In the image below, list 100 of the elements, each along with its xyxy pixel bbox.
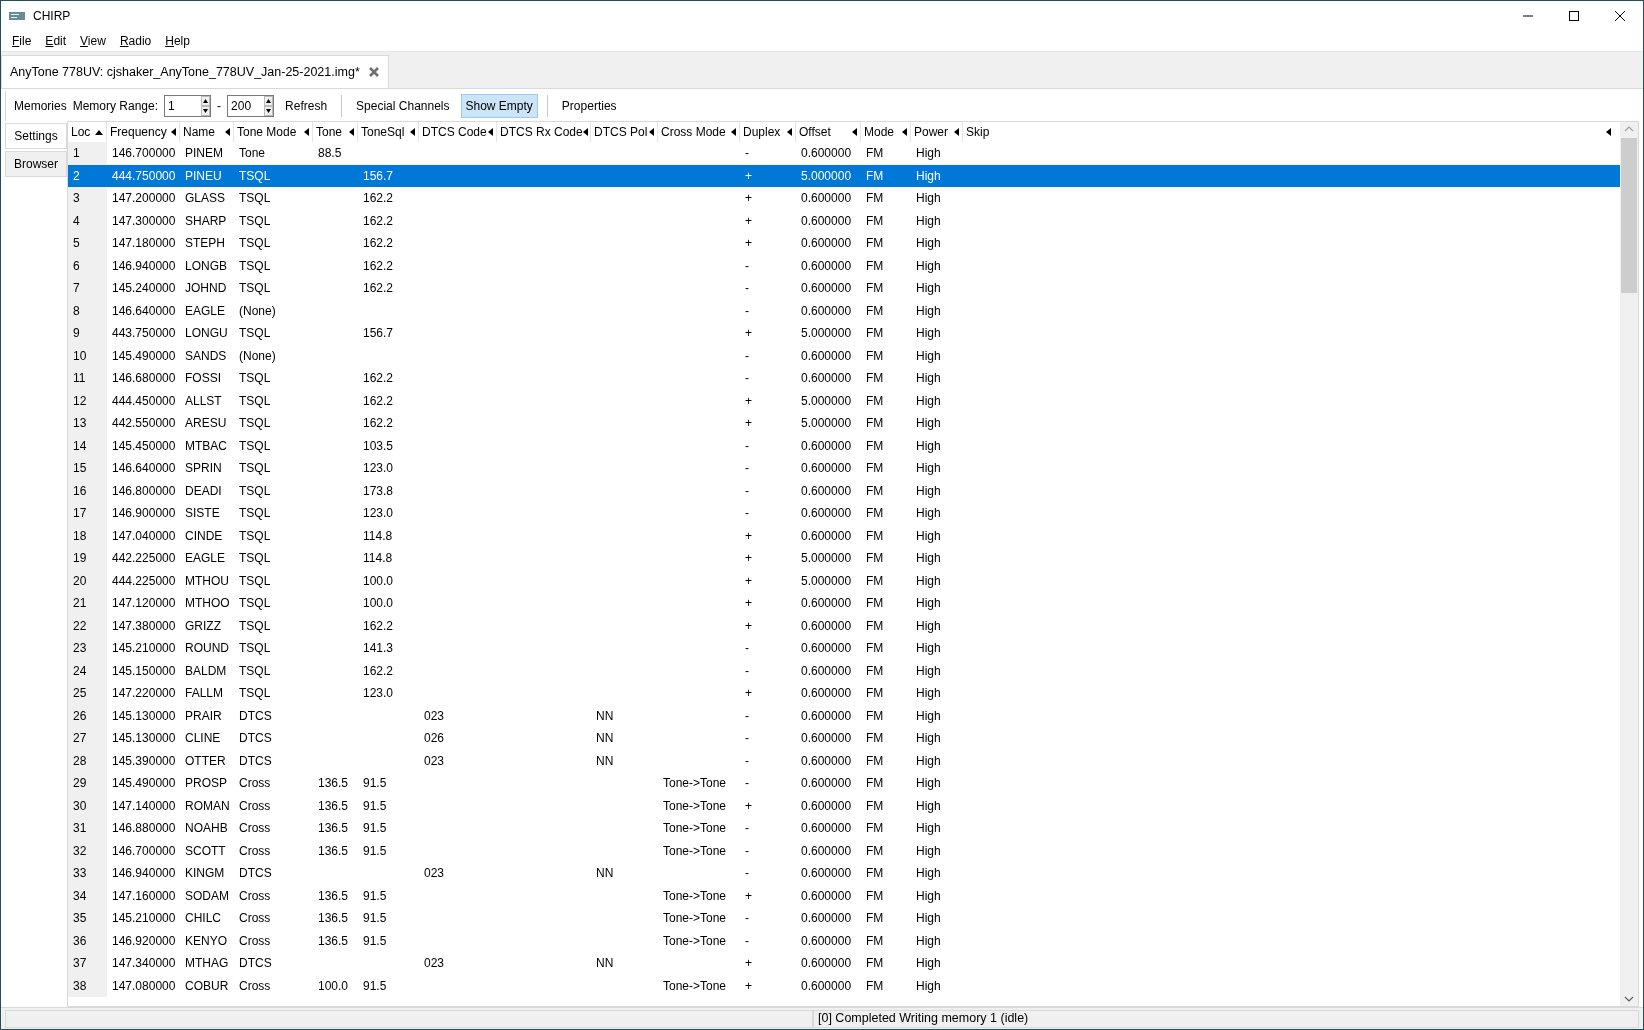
table-row[interactable]: 18 147.040000 CINDE TSQL 114.8 + 0.600000 FM High: [68, 524, 1620, 547]
table-row[interactable]: 24 145.150000 BALDM TSQL 162.2 - 0.600000 FM High: [68, 659, 1620, 682]
table-row[interactable]: 33 146.940000 KINGM DTCS 023 NN - 0.600000 FM High: [68, 862, 1620, 885]
table-row[interactable]: 17 146.900000 SISTE TSQL 123.0 - 0.600000 FM High: [68, 502, 1620, 525]
toolbar-button[interactable]: Special Channels: [351, 94, 455, 118]
table-row[interactable]: 23 145.210000 ROUND TSQL 141.3 - 0.600000 FM High: [68, 637, 1620, 660]
side-tab[interactable]: Browser: [5, 151, 67, 177]
range-start-field[interactable]: 1: [164, 95, 212, 117]
column-header[interactable]: Cross Mode: [658, 122, 740, 142]
table-row[interactable]: 32 146.700000 SCOTT Cross 136.5 91.5 Tone->Tone - 0.600000 FM High: [68, 839, 1620, 862]
table-cell-text: -: [745, 932, 749, 950]
table-row[interactable]: 13 442.550000 ARESU TSQL 162.2 + 5.000000 FM High: [68, 412, 1620, 435]
table-cell-text: 145.150000: [112, 662, 176, 680]
toolbar-button[interactable]: Refresh: [280, 94, 333, 118]
maximize-icon[interactable]: [1568, 9, 1580, 22]
menu-item[interactable]: Help: [158, 31, 197, 50]
table-cell-text: Tone->Tone: [663, 910, 727, 928]
column-header[interactable]: Power: [911, 122, 963, 142]
column-header[interactable]: Tone Mode: [234, 122, 313, 142]
table-row[interactable]: 8 146.640000 EAGLE (None) - 0.600000 FM High: [68, 299, 1620, 322]
table-cell-text: -: [745, 257, 749, 275]
table-cell-text: CLINE: [185, 730, 221, 748]
column-header[interactable]: Frequency: [107, 122, 180, 142]
toolbar-button[interactable]: Properties: [556, 94, 622, 118]
table-row[interactable]: 38 147.080000 COBUR Cross 100.0 91.5 Tone->Tone + 0.600000 FM High: [68, 974, 1620, 997]
table-cell-text: 91.5: [363, 797, 387, 815]
menu-item[interactable]: File: [5, 31, 39, 50]
column-header[interactable]: DTCS Pol: [591, 122, 658, 142]
table-row[interactable]: 4 147.300000 SHARP TSQL 162.2 + 0.600000 FM High: [68, 209, 1620, 232]
table-row[interactable]: 1 146.700000 PINEM Tone 88.5 - 0.600000 FM High: [68, 142, 1620, 165]
table-cell-text: 023: [424, 865, 445, 883]
table-cell-text: Cross: [239, 887, 271, 905]
table-row[interactable]: 28 145.390000 OTTER DTCS 023 NN - 0.600000 FM High: [68, 749, 1620, 772]
table-cell-text: FM: [866, 167, 884, 185]
menu-item[interactable]: Edit: [38, 31, 74, 50]
table-row[interactable]: 19 442.225000 EAGLE TSQL 114.8 + 5.000000 FM High: [68, 547, 1620, 570]
table-row[interactable]: 22 147.380000 GRIZZ TSQL 162.2 + 0.600000 FM High: [68, 614, 1620, 637]
table-cell-text: 4: [73, 212, 80, 230]
table-row[interactable]: 5 147.180000 STEPH TSQL 162.2 + 0.600000 FM High: [68, 232, 1620, 255]
table-row[interactable]: 11 146.680000 FOSSI TSQL 162.2 - 0.600000 FM High: [68, 367, 1620, 390]
column-header[interactable]: Tone: [313, 122, 358, 142]
table-row[interactable]: 30 147.140000 ROMAN Cross 136.5 91.5 Tone->Tone + 0.600000 FM High: [68, 794, 1620, 817]
table-cell-text: DEADI: [185, 482, 222, 500]
app-icon: [9, 11, 25, 20]
table-cell-text: NN: [596, 707, 614, 725]
table-cell-text: 146.700000: [112, 842, 176, 860]
table-row[interactable]: 36 146.920000 KENYO Cross 136.5 91.5 Tone->Tone - 0.600000 FM High: [68, 929, 1620, 952]
table-row[interactable]: 3 147.200000 GLASS TSQL 162.2 + 0.600000 FM High: [68, 187, 1620, 210]
table-row[interactable]: 2 444.750000 PINEU TSQL 156.7 + 5.000000 FM High: [68, 164, 1620, 187]
table-cell-text: 91.5: [363, 775, 387, 793]
table-row[interactable]: 6 146.940000 LONGB TSQL 162.2 - 0.600000 FM High: [68, 254, 1620, 277]
column-header[interactable]: Name: [180, 122, 234, 142]
vertical-scrollbar[interactable]: [1620, 122, 1638, 1006]
column-header[interactable]: DTCS Rx Code: [497, 122, 591, 142]
column-header[interactable]: Duplex: [740, 122, 796, 142]
table-row[interactable]: 35 145.210000 CHILC Cross 136.5 91.5 Tone->Tone - 0.600000 FM High: [68, 907, 1620, 930]
table-cell-text: TSQL: [239, 415, 271, 433]
table-row[interactable]: 12 444.450000 ALLST TSQL 162.2 + 5.000000 FM High: [68, 389, 1620, 412]
table-cell-text: NN: [596, 730, 614, 748]
table-cell-text: TSQL: [239, 460, 271, 478]
table-cell-text: SPRIN: [185, 460, 222, 478]
spin-arrows-icon[interactable]: [201, 96, 211, 116]
toolbar-button[interactable]: Show Empty: [460, 94, 538, 118]
table-cell-text: 162.2: [363, 235, 394, 253]
column-header[interactable]: Mode: [861, 122, 911, 142]
column-header[interactable]: DTCS Code: [419, 122, 497, 142]
table-cell-text: TSQL: [239, 280, 271, 298]
table-cell-text: 12: [73, 392, 87, 410]
close-icon[interactable]: [1614, 9, 1626, 22]
side-tab[interactable]: Settings: [5, 123, 67, 149]
table-row[interactable]: 21 147.120000 MTHOO TSQL 100.0 + 0.600000 FM High: [68, 592, 1620, 615]
table-cell-text: 147.120000: [112, 595, 176, 613]
table-row[interactable]: 27 145.130000 CLINE DTCS 026 NN - 0.600000 FM High: [68, 727, 1620, 750]
table-cell-text: High: [916, 437, 941, 455]
range-end-field[interactable]: 200: [227, 95, 275, 117]
menu-item[interactable]: Radio: [112, 31, 159, 50]
table-cell-text: TSQL: [239, 167, 271, 185]
table-row[interactable]: 37 147.340000 MTHAG DTCS 023 NN + 0.600000 FM High: [68, 952, 1620, 975]
table-row[interactable]: 7 145.240000 JOHND TSQL 162.2 - 0.600000 FM High: [68, 277, 1620, 300]
table-row[interactable]: 29 145.490000 PROSP Cross 136.5 91.5 Tone->Tone - 0.600000 FM High: [68, 772, 1620, 795]
column-header[interactable]: ToneSql: [358, 122, 419, 142]
table-row[interactable]: 25 147.220000 FALLM TSQL 123.0 + 0.600000 FM High: [68, 682, 1620, 705]
column-header[interactable]: Offset: [796, 122, 861, 142]
table-cell-text: 0.600000: [801, 437, 852, 455]
spin-arrows-icon[interactable]: [264, 96, 274, 116]
table-row[interactable]: 16 146.800000 DEADI TSQL 173.8 - 0.600000 FM High: [68, 479, 1620, 502]
table-row[interactable]: 20 444.225000 MTHOU TSQL 100.0 + 5.000000 FM High: [68, 569, 1620, 592]
column-header[interactable]: Skip: [963, 122, 1620, 142]
document-tab[interactable]: AnyTone 778UV: cjshaker_AnyTone_778UV_Jan-25-2021.img*: [1, 55, 389, 88]
table-cell-text: 34: [73, 887, 87, 905]
table-row[interactable]: 15 146.640000 SPRIN TSQL 123.0 - 0.600000 FM High: [68, 457, 1620, 480]
table-row[interactable]: 14 145.450000 MTBAC TSQL 103.5 - 0.600000 FM High: [68, 434, 1620, 457]
table-cell-text: TSQL: [239, 572, 271, 590]
table-row[interactable]: 34 147.160000 SODAM Cross 136.5 91.5 Tone->Tone + 0.600000 FM High: [68, 884, 1620, 907]
table-row[interactable]: 9 443.750000 LONGU TSQL 156.7 + 5.000000 FM High: [68, 322, 1620, 345]
table-row[interactable]: 26 145.130000 PRAIR DTCS 023 NN - 0.600000 FM High: [68, 704, 1620, 727]
table-row[interactable]: 31 146.880000 NOAHB Cross 136.5 91.5 Tone->Tone - 0.600000 FM High: [68, 817, 1620, 840]
scrollbar-thumb[interactable]: [1621, 138, 1637, 293]
table-row[interactable]: 10 145.490000 SANDS (None) - 0.600000 FM High: [68, 344, 1620, 367]
menu-item[interactable]: View: [73, 31, 113, 50]
